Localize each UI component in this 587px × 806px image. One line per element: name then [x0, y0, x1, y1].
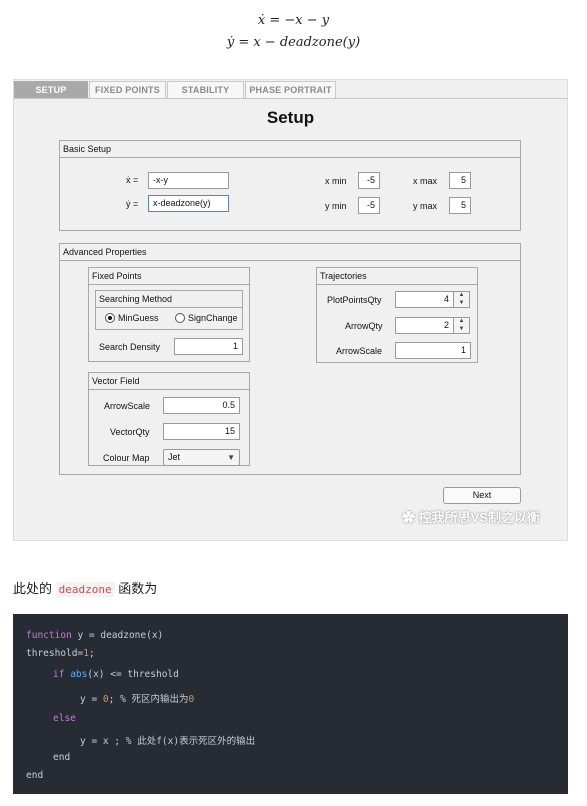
basic-setup-title: Basic Setup	[60, 141, 520, 158]
watermark: ✿ 控我所思VS制之以衡	[402, 507, 540, 526]
inline-code-deadzone: deadzone	[55, 582, 115, 597]
colour-map-label: Colour Map	[103, 453, 150, 463]
ydot-label: ẏ =	[126, 199, 139, 209]
colour-map-value: Jet	[168, 452, 181, 462]
code-line-4: y = 0; % 死区内输出为0	[80, 694, 195, 705]
next-button[interactable]: Next	[443, 487, 521, 504]
colour-map-select[interactable]: Jet ▼	[163, 449, 240, 466]
ymin-label: y min	[325, 201, 347, 211]
watermark-text: 控我所思VS制之以衡	[418, 510, 540, 525]
vectorqty-input[interactable]: 15	[163, 423, 240, 440]
minguess-label: MinGuess	[118, 313, 159, 323]
app-window: SETUP FIXED POINTS STABILITY PHASE PORTR…	[13, 79, 568, 541]
code-block: function y = deadzone(x) threshold=1; if…	[13, 614, 568, 794]
basic-setup-panel: Basic Setup ẋ = -x-y ẏ = x-deadzone(y) x…	[59, 140, 521, 231]
xmin-label: x min	[325, 176, 347, 186]
ydot-input[interactable]: x-deadzone(y)	[148, 195, 229, 212]
traj-arrowscale-label: ArrowScale	[336, 346, 383, 356]
xmax-input[interactable]: 5	[449, 172, 471, 189]
equation-ydot: ẏ = x − deadzone(y)	[226, 35, 361, 50]
xdot-input[interactable]: -x-y	[148, 172, 229, 189]
tab-stability[interactable]: STABILITY	[167, 81, 244, 98]
tab-divider	[14, 98, 567, 99]
signchange-radio[interactable]	[175, 313, 185, 323]
searching-method-title: Searching Method	[96, 291, 242, 308]
wechat-icon: ✿	[402, 510, 416, 525]
plotpointsqty-input[interactable]: 4	[395, 291, 454, 308]
spin-down-icon[interactable]: ▼	[454, 300, 469, 307]
plotpointsqty-spinner[interactable]: ▲ ▼	[454, 291, 470, 308]
searching-method-group: Searching Method MinGuess SignChange	[95, 290, 243, 330]
description-before: 此处的	[13, 581, 56, 596]
spin-down-icon[interactable]: ▼	[454, 326, 469, 333]
spin-up-icon[interactable]: ▲	[454, 318, 469, 325]
arrowqty-label: ArrowQty	[345, 321, 383, 331]
tab-phase-portrait[interactable]: PHASE PORTRAIT	[245, 81, 336, 98]
code-line-7: end	[53, 752, 71, 763]
vectorqty-label: VectorQty	[110, 427, 150, 437]
signchange-label: SignChange	[188, 313, 238, 323]
xdot-label: ẋ =	[126, 175, 139, 185]
spin-up-icon[interactable]: ▲	[454, 292, 469, 299]
advanced-properties-panel: Advanced Properties Fixed Points Searchi…	[59, 243, 521, 475]
advanced-properties-title: Advanced Properties	[60, 244, 520, 261]
ymax-label: y max	[413, 201, 438, 211]
code-line-8: end	[26, 770, 44, 781]
vf-arrowscale-input[interactable]: 0.5	[163, 397, 240, 414]
vf-arrowscale-label: ArrowScale	[104, 401, 151, 411]
xmax-label: x max	[413, 176, 438, 186]
vector-field-title: Vector Field	[89, 373, 249, 390]
arrowqty-spinner[interactable]: ▲ ▼	[454, 317, 470, 334]
minguess-radio[interactable]	[105, 313, 115, 323]
fixed-points-title: Fixed Points	[89, 268, 249, 285]
traj-arrowscale-input[interactable]: 1	[395, 342, 471, 359]
equation-xdot: ẋ = −x − y	[257, 13, 330, 28]
code-line-3: if abs(x) <= threshold	[53, 669, 179, 680]
xmin-input[interactable]: -5	[358, 172, 380, 189]
description-after: 函数为	[114, 581, 158, 596]
arrowqty-input[interactable]: 2	[395, 317, 454, 334]
tab-setup[interactable]: SETUP	[14, 81, 88, 98]
chevron-down-icon: ▼	[227, 453, 235, 462]
description-text: 此处的 deadzone 函数为	[13, 578, 157, 597]
trajectories-title: Trajectories	[317, 268, 477, 285]
page-title: Setup	[266, 108, 315, 127]
code-line-1: function y = deadzone(x)	[26, 630, 164, 641]
tab-fixed-points[interactable]: FIXED POINTS	[89, 81, 166, 98]
fixed-points-panel: Fixed Points Searching Method MinGuess S…	[88, 267, 250, 362]
trajectories-panel: Trajectories PlotPointsQty 4 ▲ ▼ ArrowQt…	[316, 267, 478, 363]
plotpointsqty-label: PlotPointsQty	[327, 295, 382, 305]
search-density-input[interactable]: 1	[174, 338, 243, 355]
search-density-label: Search Density	[99, 342, 161, 352]
ymin-input[interactable]: -5	[358, 197, 380, 214]
code-line-6: y = x ; % 此处f(x)表示死区外的输出	[80, 736, 256, 747]
ymax-input[interactable]: 5	[449, 197, 471, 214]
vector-field-panel: Vector Field ArrowScale 0.5 VectorQty 15…	[88, 372, 250, 466]
code-line-5: else	[53, 713, 76, 724]
code-line-2: threshold=1;	[26, 648, 95, 659]
